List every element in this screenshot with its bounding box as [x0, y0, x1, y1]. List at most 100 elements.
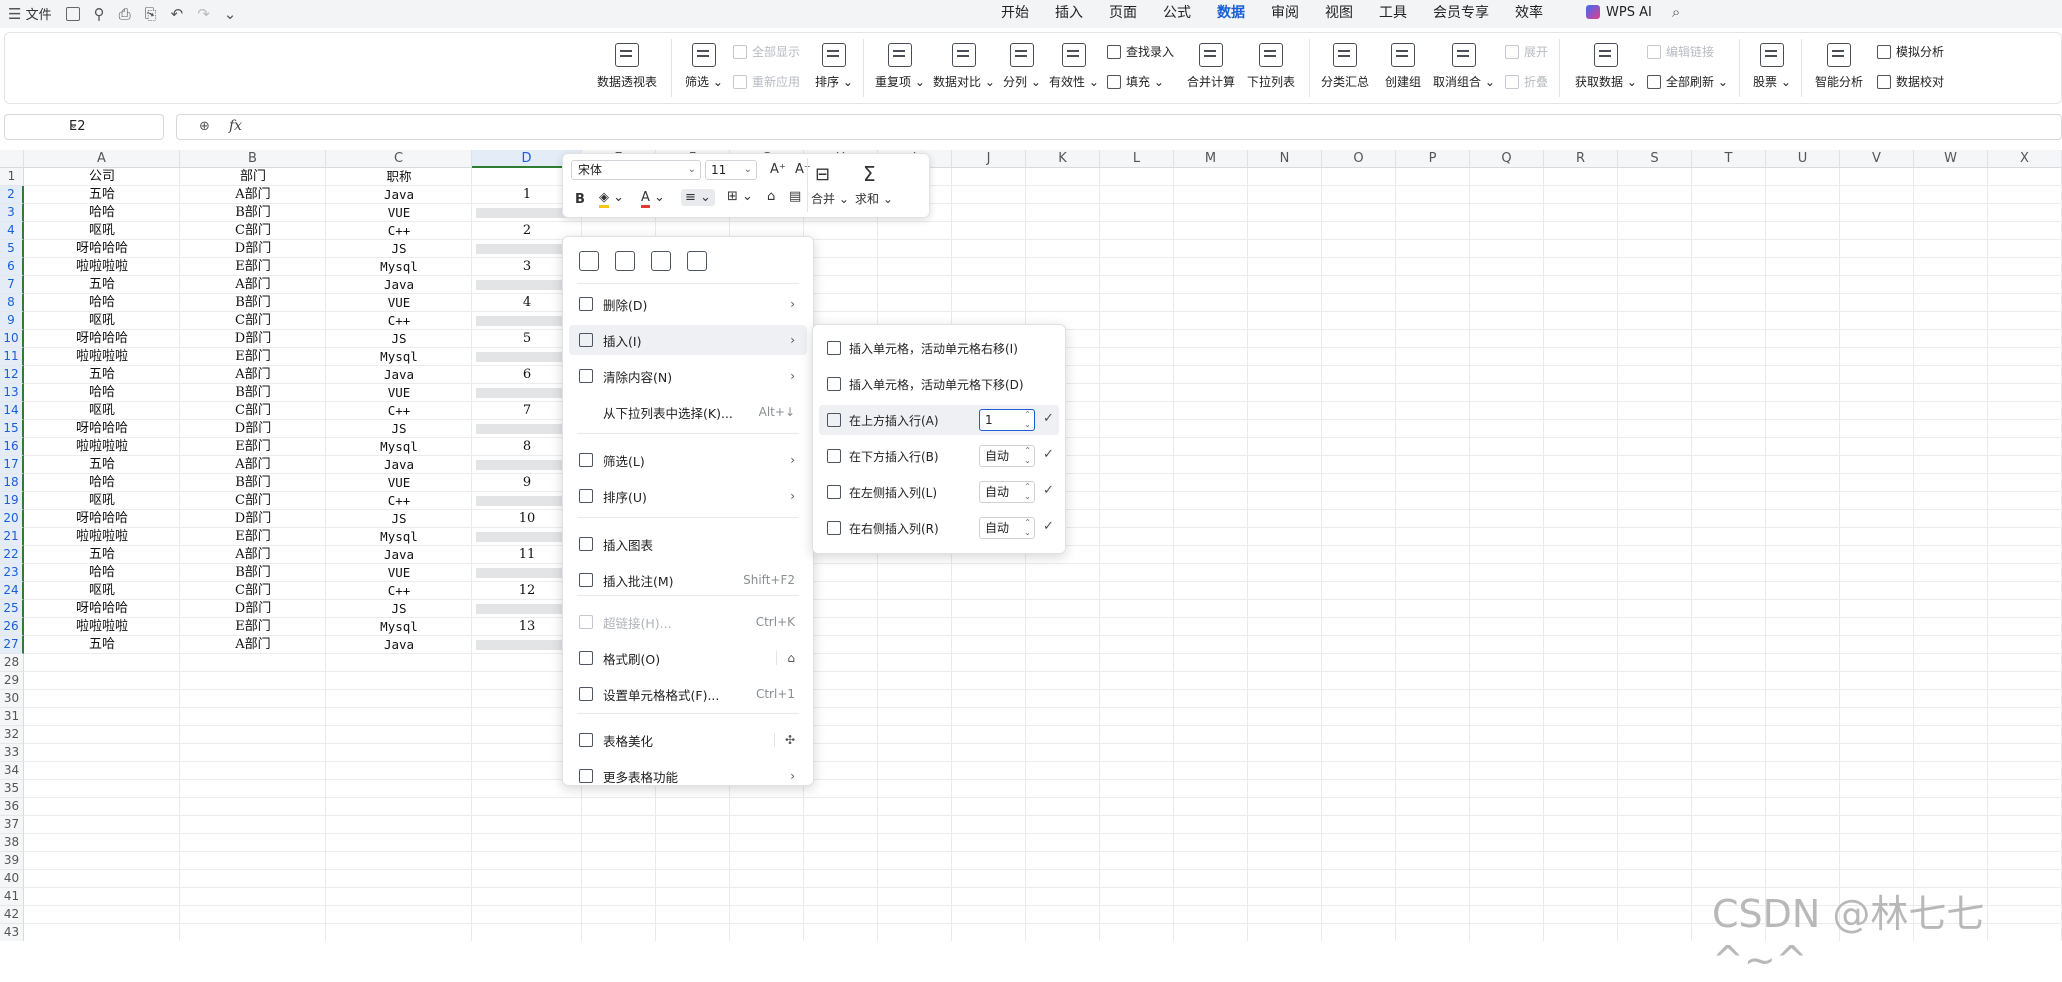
cell-C23[interactable]: VUE — [326, 564, 472, 582]
pivot-table-button[interactable]: 数据透视表 — [597, 43, 657, 90]
cell-B25[interactable]: D部门 — [180, 600, 326, 618]
column-header-U[interactable]: U — [1766, 150, 1840, 168]
menu-item-format-painter[interactable]: 格式刷(O) ⌂ — [569, 643, 807, 673]
copy-icon[interactable] — [579, 251, 599, 271]
stepper-arrows-icon[interactable]: ⌃ ⌄ — [1024, 446, 1031, 466]
font-family-select[interactable]: 宋体 ⌄ — [571, 160, 701, 180]
name-box[interactable]: E2 ⌄ — [4, 114, 164, 140]
font-color-button[interactable]: A ⌄ — [641, 190, 665, 208]
menu-item-insert-comment[interactable]: 插入批注(M) Shift+F2 — [569, 565, 807, 595]
tab-page[interactable]: 页面 — [1096, 4, 1150, 22]
cell-A2[interactable]: 五哈 — [24, 186, 180, 204]
row-header-6[interactable]: 6 — [0, 258, 24, 276]
stepper-arrows-icon[interactable]: ⌃ ⌄ — [1024, 410, 1031, 430]
row-header-2[interactable]: 2 — [0, 186, 24, 204]
stocks-button[interactable]: 股票 ⌄ — [1753, 43, 1791, 90]
fill-color-button[interactable]: ◈ ⌄ — [599, 190, 624, 208]
cell-C6[interactable]: Mysql — [326, 258, 472, 276]
cell-C20[interactable]: JS — [326, 510, 472, 528]
cell-B7[interactable]: A部门 — [180, 276, 326, 294]
cell-C17[interactable]: Java — [326, 456, 472, 474]
row-header-9[interactable]: 9 — [0, 312, 24, 330]
row-header-43[interactable]: 43 — [0, 924, 24, 941]
cell-C22[interactable]: Java — [326, 546, 472, 564]
duplicates-button[interactable]: 重复项 ⌄ — [875, 43, 925, 90]
cell-B26[interactable]: E部门 — [180, 618, 326, 636]
edit-links-button[interactable]: 编辑链接 — [1647, 43, 1714, 60]
column-header-J[interactable]: J — [952, 150, 1026, 168]
cell-B6[interactable]: E部门 — [180, 258, 326, 276]
cell-B12[interactable]: A部门 — [180, 366, 326, 384]
cell-C5[interactable]: JS — [326, 240, 472, 258]
cell-C10[interactable]: JS — [326, 330, 472, 348]
cell-B13[interactable]: B部门 — [180, 384, 326, 402]
cell-C21[interactable]: Mysql — [326, 528, 472, 546]
cell-A26[interactable]: 啦啦啦啦 — [24, 618, 180, 636]
cell-C19[interactable]: C++ — [326, 492, 472, 510]
cell-B5[interactable]: D部门 — [180, 240, 326, 258]
cell-A1[interactable]: 公司 — [24, 168, 180, 186]
row-header-33[interactable]: 33 — [0, 744, 24, 762]
row-header-39[interactable]: 39 — [0, 852, 24, 870]
sum-icon[interactable]: Σ — [863, 162, 876, 186]
beautify-wand-icon[interactable]: ✣ — [773, 733, 795, 747]
cell-B20[interactable]: D部门 — [180, 510, 326, 528]
tab-insert[interactable]: 插入 — [1042, 4, 1096, 22]
submenu-item-insert-cell-shift-down[interactable]: 插入单元格，活动单元格下移(D) — [819, 369, 1059, 399]
column-header-W[interactable]: W — [1914, 150, 1988, 168]
cell-B8[interactable]: B部门 — [180, 294, 326, 312]
cell-B24[interactable]: C部门 — [180, 582, 326, 600]
cell-A20[interactable]: 呀哈哈哈 — [24, 510, 180, 528]
submenu-item-insert-row-below[interactable]: 在下方插入行(B) 自动 ⌃ ⌄ ✓ — [819, 441, 1059, 471]
confirm-check-icon[interactable]: ✓ — [1043, 483, 1054, 498]
row-header-32[interactable]: 32 — [0, 726, 24, 744]
expand-button[interactable]: 展开 — [1505, 43, 1548, 60]
row-header-12[interactable]: 12 — [0, 366, 24, 384]
row-header-37[interactable]: 37 — [0, 816, 24, 834]
count-stepper[interactable]: 自动 ⌃ ⌄ — [979, 445, 1035, 467]
row-header-25[interactable]: 25 — [0, 600, 24, 618]
row-header-21[interactable]: 21 — [0, 528, 24, 546]
cell-A22[interactable]: 五哈 — [24, 546, 180, 564]
cell-A19[interactable]: 呕吼 — [24, 492, 180, 510]
simulation-analysis-button[interactable]: 模拟分析 — [1877, 43, 1944, 60]
menu-item-sort[interactable]: 排序(U) › — [569, 481, 807, 511]
cell-C14[interactable]: C++ — [326, 402, 472, 420]
cell-C2[interactable]: Java — [326, 186, 472, 204]
cell-B1[interactable]: 部门 — [180, 168, 326, 186]
tab-member[interactable]: 会员专享 — [1420, 4, 1502, 22]
cell-A13[interactable]: 哈哈 — [24, 384, 180, 402]
menu-item-insert[interactable]: 插入(I) › — [569, 325, 807, 355]
menu-item-clear-content[interactable]: 清除内容(N) › — [569, 361, 807, 391]
row-header-4[interactable]: 4 — [0, 222, 24, 240]
filter-button[interactable]: 筛选 ⌄ — [685, 43, 723, 90]
menu-item-format-cells[interactable]: 设置单元格格式(F)... Ctrl+1 — [569, 679, 807, 709]
row-header-38[interactable]: 38 — [0, 834, 24, 852]
decrease-font-button[interactable]: A⁻ — [795, 162, 811, 177]
print-icon[interactable]: ⎙ — [119, 5, 131, 23]
zoom-icon[interactable]: ⊕ — [199, 119, 210, 134]
cell-A23[interactable]: 哈哈 — [24, 564, 180, 582]
column-header-K[interactable]: K — [1026, 150, 1100, 168]
cell-C18[interactable]: VUE — [326, 474, 472, 492]
row-header-36[interactable]: 36 — [0, 798, 24, 816]
cell-B11[interactable]: E部门 — [180, 348, 326, 366]
column-header-S[interactable]: S — [1618, 150, 1692, 168]
row-header-14[interactable]: 14 — [0, 402, 24, 420]
cell-B14[interactable]: C部门 — [180, 402, 326, 420]
bold-button[interactable]: B — [575, 192, 585, 207]
ungroup-button[interactable]: 取消组合 ⌄ — [1433, 43, 1495, 90]
wps-ai-button[interactable]: WPS AI ⌕ — [1586, 3, 1680, 21]
count-stepper[interactable]: 自动 ⌃ ⌄ — [979, 481, 1035, 503]
cell-A6[interactable]: 啦啦啦啦 — [24, 258, 180, 276]
column-header-B[interactable]: B — [180, 150, 326, 168]
cell-style-icon[interactable]: ▤ — [789, 189, 801, 204]
validity-button[interactable]: 有效性 ⌄ — [1049, 43, 1099, 90]
more-chevron-icon[interactable]: ⌄ — [224, 5, 237, 23]
stepper-arrows-icon[interactable]: ⌃ ⌄ — [1024, 482, 1031, 502]
cell-C12[interactable]: Java — [326, 366, 472, 384]
save-icon[interactable] — [65, 6, 80, 21]
cell-C9[interactable]: C++ — [326, 312, 472, 330]
tab-home[interactable]: 开始 — [988, 4, 1042, 22]
tab-data[interactable]: 数据 — [1204, 4, 1258, 22]
